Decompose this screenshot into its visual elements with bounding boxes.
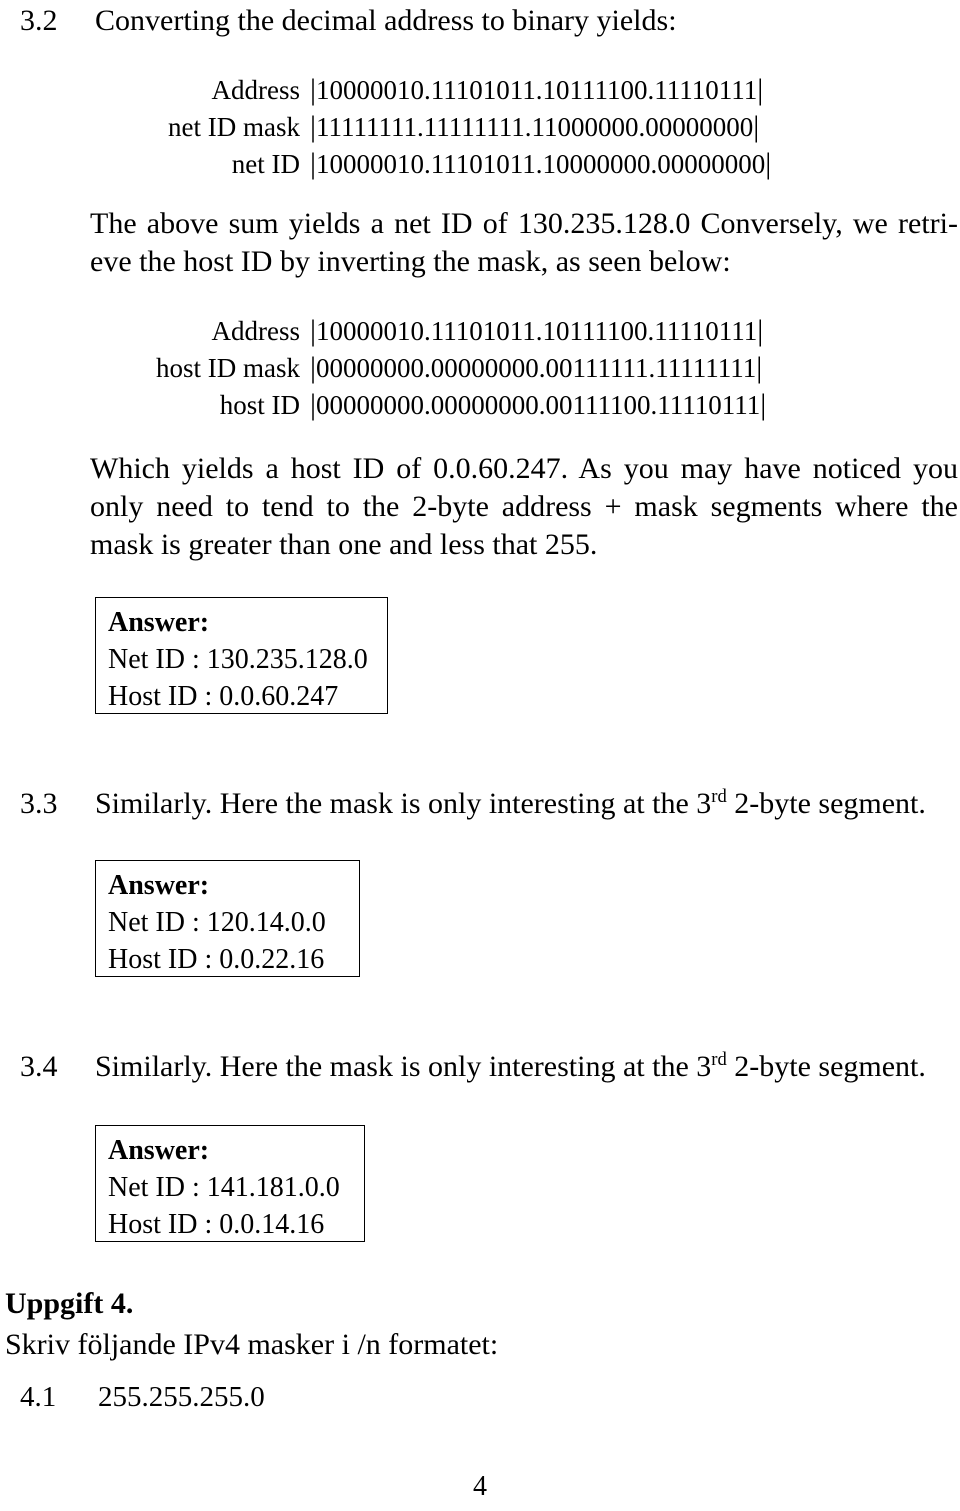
subitem-4-1: 4.1 255.255.255.0 <box>20 1378 265 1416</box>
section-title-3-4-before: Similarly. Here the mask is only interes… <box>95 1050 712 1083</box>
binary-row-value: 10000010.11101011.10000000.00000000 <box>316 149 766 179</box>
binary-row-value: 00000000.00000000.00111111.11111111 <box>316 353 757 383</box>
answer-net-id: Net ID : 141.181.0.0 <box>108 1172 340 1203</box>
table-row: host ID | 00000000.00000000.00111100.1111… <box>145 387 767 424</box>
section-title-3-2: Converting the decimal address to binary… <box>95 4 677 37</box>
paragraph-line: only need to tend to the 2-byte address … <box>90 490 958 523</box>
binary-row-label: net ID <box>231 149 300 179</box>
answer-box-3-3: Answer: Net ID : 120.14.0.0 Host ID : 0.… <box>95 860 360 977</box>
binary-row-label: host ID <box>219 390 300 420</box>
page-number: 4 <box>473 1471 487 1502</box>
binary-row-label: host ID mask <box>156 353 300 383</box>
section-title-3-3: Similarly. Here the mask is only interes… <box>95 785 926 823</box>
section-title-3-4: Similarly. Here the mask is only interes… <box>95 1048 926 1086</box>
section-heading-3-3: 3.3 Similarly. Here the mask is only int… <box>20 785 926 823</box>
document-page: 3.2 Converting the decimal address to bi… <box>0 0 960 1511</box>
table-row: net ID | 10000010.11101011.10000000.00000… <box>145 146 772 183</box>
section-number-3-3: 3.3 <box>20 787 58 820</box>
answer-box-3-2: Answer: Net ID : 130.235.128.0 Host ID :… <box>95 597 388 714</box>
answer-title: Answer: <box>108 607 210 638</box>
table-row: Address | 10000010.11101011.10111100.1111… <box>145 72 771 109</box>
ordinal-superscript: rd <box>711 1049 727 1070</box>
paragraph-line: The above sum yields a net ID of 130.235… <box>90 207 958 240</box>
ordinal-superscript: rd <box>711 786 727 807</box>
paragraph-net-id-explanation: The above sum yields a net ID of 130.235… <box>90 205 958 281</box>
uppgift-4-heading: Uppgift 4. <box>5 1287 134 1320</box>
section-heading-3-2: 3.2 Converting the decimal address to bi… <box>20 2 677 40</box>
table-row: net ID mask | 11111111.11111111.11000000.… <box>145 109 771 146</box>
answer-host-id: Host ID : 0.0.22.16 <box>108 944 325 975</box>
uppgift-4-instruction: Skriv följande IPv4 masker i /n formatet… <box>5 1328 499 1361</box>
binary-row-label: Address <box>211 316 301 346</box>
binary-table-net-id: Address | 10000010.11101011.10111100.1111… <box>145 72 771 183</box>
answer-box-3-4: Answer: Net ID : 141.181.0.0 Host ID : 0… <box>95 1125 365 1242</box>
binary-row-value: 00000000.00000000.00111100.11110111 <box>316 390 761 420</box>
subitem-value-4-1: 255.255.255.0 <box>98 1381 265 1413</box>
binary-row-value: 10000010.11101011.10111100.11110111 <box>316 316 758 346</box>
answer-net-id: Net ID : 120.14.0.0 <box>108 907 326 938</box>
section-title-3-3-before: Similarly. Here the mask is only interes… <box>95 787 712 820</box>
paragraph-host-id-explanation: Which yields a host ID of 0.0.60.247. As… <box>90 450 958 564</box>
paragraph-line: mask is greater than one and less that 2… <box>90 528 598 561</box>
binary-table-host-id: Address | 10000010.11101011.10111100.1111… <box>145 313 766 424</box>
answer-title: Answer: <box>108 1135 210 1166</box>
answer-host-id: Host ID : 0.0.60.247 <box>108 681 339 712</box>
answer-net-id: Net ID : 130.235.128.0 <box>108 644 368 675</box>
section-title-3-4-after: 2-byte segment. <box>726 1050 926 1083</box>
table-row: Address | 10000010.11101011.10111100.1111… <box>145 313 766 350</box>
binary-row-label: net ID mask <box>168 112 300 142</box>
section-number-3-2: 3.2 <box>20 4 58 37</box>
section-heading-3-4: 3.4 Similarly. Here the mask is only int… <box>20 1048 926 1086</box>
section-title-3-3-after: 2-byte segment. <box>726 787 926 820</box>
section-number-3-4: 3.4 <box>20 1050 58 1083</box>
paragraph-line: Which yields a host ID of 0.0.60.247. As… <box>90 452 958 485</box>
subitem-number-4-1: 4.1 <box>20 1381 57 1413</box>
paragraph-line: eve the host ID by inverting the mask, a… <box>90 245 731 278</box>
answer-title: Answer: <box>108 870 210 901</box>
binary-row-label: Address <box>211 75 301 105</box>
binary-row-value: 11111111.11111111.11000000.00000000 <box>316 112 754 142</box>
answer-host-id: Host ID : 0.0.14.16 <box>108 1209 325 1240</box>
table-row: host ID mask | 00000000.00000000.00111111… <box>145 350 766 387</box>
binary-row-value: 10000010.11101011.10111100.11110111 <box>316 75 758 105</box>
